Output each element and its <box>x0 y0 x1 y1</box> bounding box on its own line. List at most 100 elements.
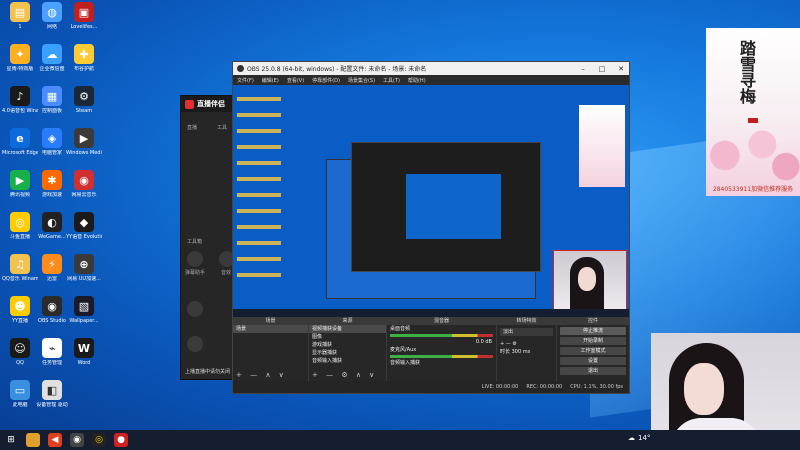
desktop-icon-label: Microsoft Edge <box>2 150 38 156</box>
desktop-icon[interactable]: ⚡ 迅雷 <box>34 254 70 294</box>
desktop-icon-label: YY直播 <box>11 318 29 324</box>
maximize-button[interactable]: □ <box>594 65 610 73</box>
scene-item[interactable]: 场景 <box>233 325 308 333</box>
menu-item[interactable]: 文件(F) <box>237 77 254 84</box>
desktop-icon[interactable]: ◍ 网络 <box>34 2 70 42</box>
source-item[interactable]: 图像 <box>309 333 386 341</box>
obs-docks: 场景 场景 + — ∧ ∨ 来源 视频捕获设备 图像 游戏捕获 显示器捕获 音频… <box>233 317 629 381</box>
desktop-icon[interactable]: ♪ 4.0语音包 WinaMsup... <box>2 86 38 126</box>
desktop-app-icon: ♫ <box>10 254 30 274</box>
transition-add-remove[interactable]: + — ⚙ <box>497 340 556 348</box>
stop-streaming-button[interactable]: 停止推流 <box>560 327 626 335</box>
tab-tools[interactable]: 工具 <box>217 124 227 131</box>
menu-item[interactable]: 编辑(E) <box>262 77 279 84</box>
gift-icon[interactable] <box>187 301 203 317</box>
start-button[interactable]: ⊞ <box>4 433 18 447</box>
tab-live[interactable]: 直播 <box>187 124 197 131</box>
desktop-icon[interactable]: ▭ 此电脑 <box>2 380 38 420</box>
desktop-icon[interactable]: ⊕ 网易 UU加速... <box>66 254 102 294</box>
desktop-icon[interactable]: ◈ 电脑管家 <box>34 128 70 168</box>
obs-logo-icon <box>237 65 244 72</box>
desktop-icon[interactable]: ▧ Wallpaper... <box>66 296 102 336</box>
menu-item[interactable]: 查看(V) <box>287 77 304 84</box>
desktop-icon-label: Word <box>77 360 91 366</box>
desktop-app-icon: ▭ <box>10 380 30 400</box>
source-item[interactable]: 音频输入捕获 <box>309 357 386 365</box>
menu-item[interactable]: 场景集合(S) <box>348 77 375 84</box>
obs-title: OBS 25.0.8 (64-bit, windows) - 配置文件: 未命名… <box>247 66 427 73</box>
desktop-icon[interactable]: ☻ YY直播 <box>2 296 38 336</box>
desktop-app-icon: ☻ <box>10 296 30 316</box>
desktop-icon-label: YY语音 Evolution... <box>66 234 102 240</box>
desktop-icon[interactable]: ◎ 斗鱼直播 <box>2 212 38 252</box>
desktop-app-icon: W <box>74 338 94 358</box>
studio-mode-button[interactable]: 工作室模式 <box>560 347 626 355</box>
live-indicator: LIVE: 00:00:00 <box>481 384 519 390</box>
desktop-icon[interactable]: ☁ 企业微信盘 <box>34 44 70 84</box>
danmaku-icon[interactable] <box>187 251 203 267</box>
transition-select[interactable]: 淡出 <box>500 328 553 336</box>
menu-item[interactable]: 帮助(H) <box>408 77 426 84</box>
desktop-app-icon: ▤ <box>10 2 30 22</box>
obs-window[interactable]: OBS 25.0.8 (64-bit, windows) - 配置文件: 未命名… <box>232 61 630 394</box>
taskbar-obs-icon[interactable]: ◉ <box>70 433 84 447</box>
desktop-icon-label: 电脑管家 <box>41 150 62 156</box>
close-button[interactable]: ✕ <box>613 65 629 73</box>
desktop-icon[interactable]: ▤ 1 <box>2 2 38 42</box>
scenes-dock: 场景 场景 + — ∧ ∨ <box>233 317 309 381</box>
minimize-button[interactable]: – <box>575 65 591 73</box>
desktop-icon-label: 任务管理 <box>41 360 62 366</box>
desktop-icon[interactable]: ☺ QQ <box>2 338 38 378</box>
menu-item[interactable]: 工具(T) <box>383 77 400 84</box>
desktop-icon[interactable]: ◐ WeGame... <box>34 212 70 252</box>
exit-button[interactable]: 退出 <box>560 367 626 375</box>
sources-toolbar[interactable]: + — ⚙ ∧ ∨ <box>312 371 377 379</box>
desktop-app-icon: ◉ <box>74 170 94 190</box>
desktop-icon[interactable]: W Word <box>66 338 102 378</box>
preview-poster <box>579 105 625 187</box>
live-status-text: 上播直播中请勿关闭 <box>185 369 231 375</box>
desktop-icon[interactable]: e Microsoft Edge <box>2 128 38 168</box>
taskbar-live-icon[interactable]: ● <box>114 433 128 447</box>
desktop-icon-label: 此电脑 <box>12 402 28 408</box>
desktop-icon-label: 控制面板 <box>41 108 62 114</box>
desktop-icon[interactable]: ◧ 设备管理 驱动 <box>34 380 70 420</box>
tools-label: 工具箱 <box>187 239 203 245</box>
scenes-toolbar[interactable]: + — ∧ ∨ <box>236 371 287 379</box>
menu-item[interactable]: 停靠部件(D) <box>312 77 340 84</box>
controls-dock: 控件 停止推流 开始录制 工作室模式 设置 退出 <box>557 317 629 381</box>
obs-menubar: 文件(F) 编辑(E) 查看(V) 停靠部件(D) 场景集合(S) 工具(T) 帮助(H) <box>233 75 629 85</box>
desktop-icon[interactable]: ▦ 控制面板 <box>34 86 70 126</box>
obs-preview[interactable] <box>233 85 629 317</box>
source-item[interactable]: 游戏捕获 <box>309 341 386 349</box>
desktop-icon[interactable]: ◉ 网易云音乐 <box>66 170 102 210</box>
desktop-icon[interactable]: ♫ QQ音乐 Winamp... <box>2 254 38 294</box>
desktop-icon[interactable]: ⚙ Steam <box>66 86 102 126</box>
desktop-icon[interactable]: ▶ Windows Media... <box>66 128 102 168</box>
taskbar-douyu-icon[interactable]: ◎ <box>92 433 106 447</box>
desktop-icon[interactable]: ✚ 布谷护航 <box>66 44 102 84</box>
transitions-dock: 转场特效 淡出 + — ⚙ 时长 300 ms <box>497 317 557 381</box>
duration-field[interactable]: 时长 300 ms <box>497 348 556 356</box>
desktop-icon[interactable]: ✱ 游戏加速 <box>34 170 70 210</box>
desktop-icon[interactable]: ◆ YY语音 Evolution... <box>66 212 102 252</box>
weather-widget[interactable]: ☁ 14° <box>628 434 650 442</box>
source-item[interactable]: 视频捕获设备 <box>309 325 386 333</box>
desktop-icon[interactable]: ⌁ 任务管理 <box>34 338 70 378</box>
poster-footer: 2840533911加微信推荐服务 <box>712 186 794 193</box>
desktop-icon[interactable]: ◉ OBS Studio <box>34 296 70 336</box>
source-item[interactable]: 显示器捕获 <box>309 349 386 357</box>
desktop-icon[interactable]: ✦ 星雨-特效版 <box>2 44 38 84</box>
share-icon[interactable] <box>187 336 203 352</box>
taskbar-app-icon[interactable]: ◀ <box>48 433 62 447</box>
settings-button[interactable]: 设置 <box>560 357 626 365</box>
poster-overlay: 踏雪寻梅 2840533911加微信推荐服务 <box>706 28 800 196</box>
poster-seal <box>748 118 758 123</box>
desktop-app-icon: e <box>10 128 30 148</box>
desktop-icon-label: 迅雷 <box>46 276 57 282</box>
start-recording-button[interactable]: 开始录制 <box>560 337 626 345</box>
taskbar-explorer-icon[interactable] <box>26 433 40 447</box>
desktop-icon[interactable]: ▶ 腾讯视频 <box>2 170 38 210</box>
desktop-icon[interactable]: ▣ Lovelifes... <box>66 2 102 42</box>
desktop-app-icon: ◧ <box>42 380 62 400</box>
